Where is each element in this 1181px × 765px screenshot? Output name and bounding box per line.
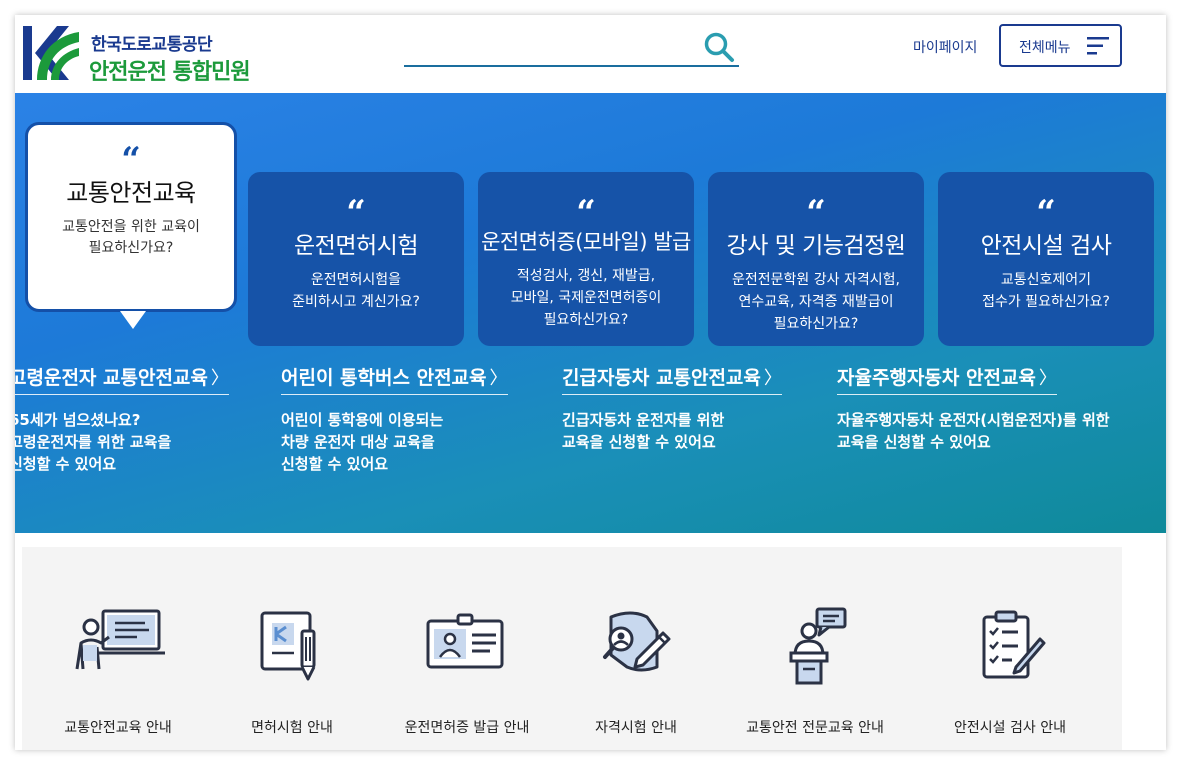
all-menu-label: 전체메뉴	[1019, 40, 1071, 56]
service-label: 면허시험 안내	[251, 720, 333, 736]
link-title-text: 고령운전자 교통안전교육	[15, 367, 208, 389]
card-description: 적성검사, 갱신, 재발급, 모바일, 국제운전면허증이 필요하신가요?	[510, 268, 662, 328]
card-title: 운전면허시험	[294, 233, 418, 259]
checklist-icon	[982, 610, 1046, 679]
certificate-exam-icon	[603, 611, 671, 672]
chevron-right-icon: 〉	[763, 368, 782, 389]
logo-org-name: 한국도로교통공단	[91, 35, 213, 55]
card-description: 운전전문학원 강사 자격시험, 연수교육, 자격증 재발급이 필요하신가요?	[732, 272, 900, 332]
card-description: 교통안전을 위한 교육이 필요하신가요?	[62, 219, 200, 256]
logo-service-name: 안전운전 통합민원	[89, 60, 251, 85]
link-title-text: 긴급자동차 교통안전교육	[562, 367, 761, 389]
link-school-bus-education: 어린이 통학버스 안전교육 〉 어린이 통학용에 이용되는 차량 운전자 대상 교…	[281, 363, 508, 475]
quote-icon: “	[1036, 193, 1056, 233]
service-qualification-exam-guide[interactable]: 자격시험 안내	[546, 607, 726, 747]
card-safety-facility-inspection[interactable]: “ 안전시설 검사 교통신호제어기 접수가 필요하신가요?	[938, 172, 1154, 346]
license-exam-icon	[260, 611, 316, 681]
page-frame: 한국도로교통공단 안전운전 통합민원 마이페이지 전체메뉴 “ 교통안전교육 교…	[15, 15, 1166, 750]
lecturer-icon	[789, 607, 847, 685]
service-license-issuance-guide[interactable]: 운전면허증 발급 안내	[377, 607, 557, 747]
link-title[interactable]: 자율주행자동차 안전교육 〉	[837, 363, 1057, 395]
link-emergency-vehicle-education: 긴급자동차 교통안전교육 〉 긴급자동차 운전자를 위한 교육을 신청할 수 있어…	[562, 363, 782, 453]
chevron-right-icon: 〉	[489, 368, 508, 389]
search-icon[interactable]	[703, 31, 735, 63]
card-traffic-safety-education[interactable]: “ 교통안전교육 교통안전을 위한 교육이 필요하신가요?	[25, 122, 237, 329]
hamburger-menu-icon	[1087, 37, 1109, 55]
link-description: 긴급자동차 운전자를 위한 교육을 신청할 수 있어요	[562, 411, 725, 451]
link-title-text: 자율주행자동차 안전교육	[837, 367, 1036, 389]
card-title: 강사 및 기능검정원	[726, 233, 906, 259]
hero-section: “ 교통안전교육 교통안전을 위한 교육이 필요하신가요? “ 운전면허시험 운…	[15, 93, 1166, 533]
link-autonomous-vehicle-education: 자율주행자동차 안전교육 〉 자율주행자동차 운전자(시험운전자)를 위한 교육을…	[837, 363, 1110, 453]
card-title: 교통안전교육	[66, 179, 196, 207]
link-title[interactable]: 어린이 통학버스 안전교육 〉	[281, 363, 508, 395]
link-elderly-driver-education: 고령운전자 교통안전교육〉 65세가 넘으셨나요? 고령운전자를 위한 교육을 …	[15, 363, 229, 475]
link-title[interactable]: 긴급자동차 교통안전교육 〉	[562, 363, 782, 395]
site-logo[interactable]: 한국도로교통공단 안전운전 통합민원	[23, 24, 273, 85]
card-description: 교통신호제어기 접수가 필요하신가요?	[982, 272, 1110, 310]
card-license-test[interactable]: “ 운전면허시험 운전면허시험을 준비하시고 계신가요?	[248, 172, 464, 346]
service-label: 교통안전교육 안내	[64, 720, 172, 736]
all-menu-button[interactable]: 전체메뉴	[999, 24, 1122, 67]
chevron-right-icon: 〉	[210, 368, 229, 389]
service-label: 운전면허증 발급 안내	[404, 720, 530, 736]
quote-icon: “	[346, 193, 366, 233]
quote-icon: “	[806, 193, 826, 233]
card-title: 운전면허증(모바일) 발급	[481, 230, 691, 254]
service-label: 안전시설 검사 안내	[954, 720, 1066, 736]
service-license-exam-guide[interactable]: 면허시험 안내	[202, 607, 382, 747]
service-specialized-education-guide[interactable]: 교통안전 전문교육 안내	[725, 607, 905, 747]
koroad-logo-icon	[23, 26, 79, 80]
site-header: 한국도로교통공단 안전운전 통합민원 마이페이지 전체메뉴	[15, 15, 1166, 93]
card-description: 운전면허시험을 준비하시고 계신가요?	[292, 272, 420, 310]
link-title[interactable]: 고령운전자 교통안전교육 〉	[15, 363, 229, 395]
chevron-right-icon: 〉	[1038, 368, 1057, 389]
presentation-icon	[75, 609, 165, 670]
service-traffic-education-guide[interactable]: 교통안전교육 안내	[28, 607, 208, 747]
service-facility-inspection-guide[interactable]: 안전시설 검사 안내	[920, 607, 1100, 747]
link-description: 65세가 넘으셨나요? 고령운전자를 위한 교육을 신청할 수 있어요	[15, 411, 172, 473]
mypage-link[interactable]: 마이페이지	[913, 37, 977, 57]
card-instructor-examiner[interactable]: “ 강사 및 기능검정원 운전전문학원 강사 자격시험, 연수교육, 자격증 재…	[708, 172, 924, 346]
quote-icon: “	[121, 140, 141, 180]
link-description: 어린이 통학용에 이용되는 차량 운전자 대상 교육을 신청할 수 있어요	[281, 411, 444, 473]
link-description: 자율주행자동차 운전자(시험운전자)를 위한 교육을 신청할 수 있어요	[837, 411, 1110, 451]
search-input[interactable]	[404, 27, 694, 65]
link-title-text: 어린이 통학버스 안전교육	[281, 367, 487, 389]
card-license-issuance[interactable]: “ 운전면허증(모바일) 발급 적성검사, 갱신, 재발급, 모바일, 국제운전…	[478, 172, 694, 346]
service-guide-section: 교통안전교육 안내 면허시험 안내 운전면허증 발급 안내 자격시험 안내 교통…	[22, 547, 1122, 750]
service-label: 자격시험 안내	[595, 720, 677, 736]
search-bar	[404, 27, 739, 67]
card-title: 안전시설 검사	[980, 233, 1112, 259]
quote-icon: “	[576, 193, 596, 233]
service-label: 교통안전 전문교육 안내	[746, 720, 884, 736]
id-card-icon	[426, 613, 504, 669]
